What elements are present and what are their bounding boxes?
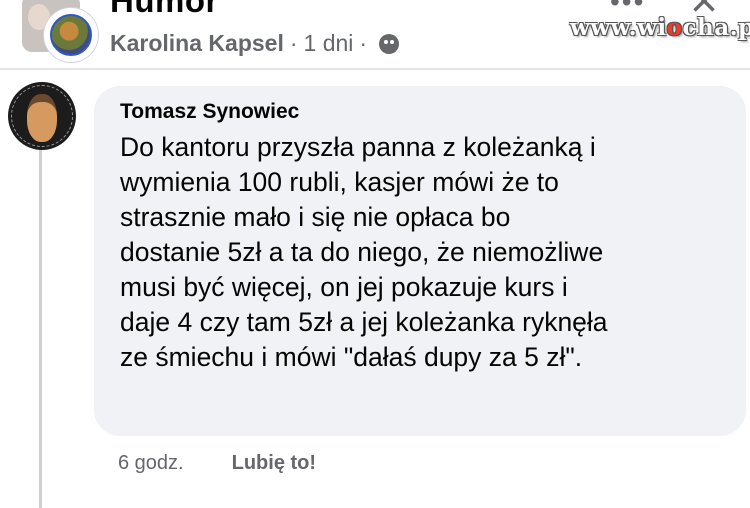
post-timestamp[interactable]: 1 dni (304, 30, 354, 57)
commenter-avatar-ring (11, 85, 73, 147)
divider (0, 68, 750, 70)
author-avatar[interactable] (44, 8, 98, 62)
post-header: Humor Karolina Kapsel · 1 dni · ••• × ww… (0, 0, 750, 66)
meta-separator-2: · (359, 30, 368, 56)
comment-actions: 6 godz. Lubię to! (118, 452, 316, 475)
comment-bubble: Tomasz Synowiec Do kantoru przyszła pann… (94, 86, 746, 436)
thread-line (39, 150, 42, 508)
author-avatar-image (50, 14, 92, 56)
meta-separator: · (289, 30, 298, 56)
comment-timestamp[interactable]: 6 godz. (118, 452, 184, 475)
watermark-logo: www.wiocha.pl (570, 14, 750, 41)
friends-icon (379, 33, 400, 54)
like-button[interactable]: Lubię to! (232, 452, 316, 475)
post-author-name[interactable]: Karolina Kapsel (110, 30, 284, 57)
group-title[interactable]: Humor (110, 0, 219, 20)
post-meta: Karolina Kapsel · 1 dni · (110, 30, 400, 57)
commenter-name[interactable]: Tomasz Synowiec (120, 100, 720, 124)
comment-text: Do kantoru przyszła panna z koleżanką i … (120, 132, 608, 372)
commenter-avatar[interactable] (8, 82, 76, 150)
